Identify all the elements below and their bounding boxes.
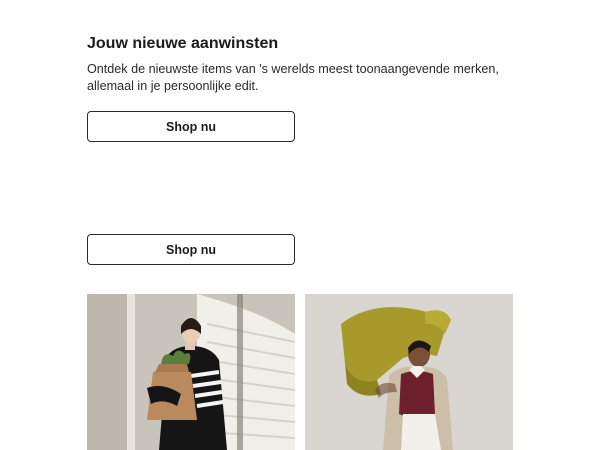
woman-grocery-bag-illustration: [87, 294, 295, 450]
product-photo-man-carrying-chair[interactable]: [305, 294, 513, 450]
section-title: Jouw nieuwe aanwinsten: [87, 35, 279, 52]
shop-now-button[interactable]: Shop nu: [87, 111, 295, 142]
section-description: Ontdek de nieuwste items van 's werelds …: [87, 62, 499, 93]
shop-now-button-secondary[interactable]: Shop nu: [87, 234, 295, 265]
man-carrying-chair-illustration: [305, 294, 513, 450]
email-page: Jouw nieuwe aanwinsten Ontdek de nieuwst…: [0, 0, 600, 450]
product-photo-woman-grocery-bag[interactable]: [87, 294, 295, 450]
new-arrivals-section: Jouw nieuwe aanwinsten Ontdek de nieuwst…: [87, 33, 513, 95]
